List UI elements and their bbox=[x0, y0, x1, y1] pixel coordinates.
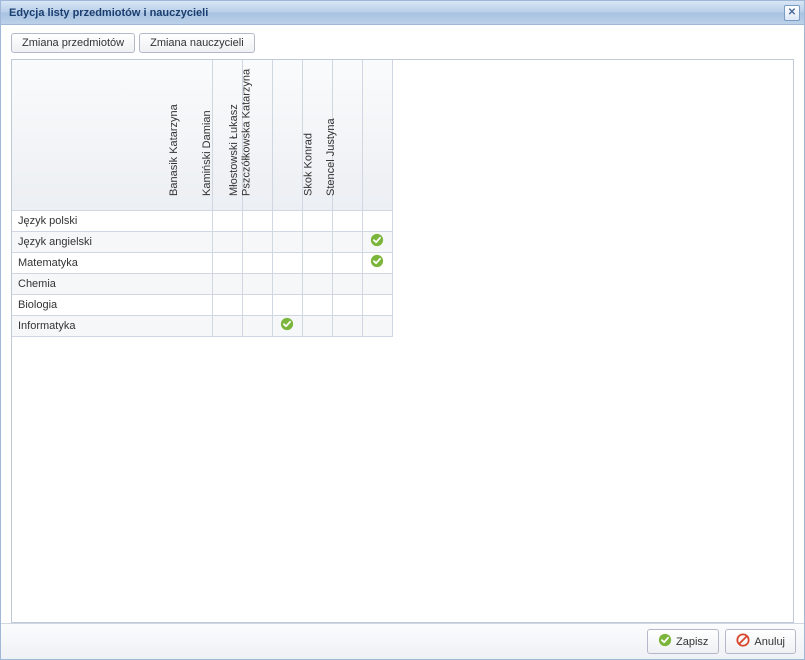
teacher-name: Pszczółkowska Katarzyna bbox=[240, 68, 252, 199]
assignment-cell[interactable] bbox=[332, 210, 362, 231]
table-row: Chemia bbox=[12, 273, 392, 294]
assignment-cell[interactable] bbox=[242, 252, 272, 273]
close-icon: ✕ bbox=[788, 8, 796, 18]
close-button[interactable]: ✕ bbox=[784, 5, 800, 21]
assigned-icon bbox=[280, 317, 294, 331]
cancel-icon bbox=[736, 633, 750, 650]
cancel-button[interactable]: Anuluj bbox=[725, 629, 796, 654]
save-button[interactable]: Zapisz bbox=[647, 629, 719, 654]
subject-name-cell[interactable]: Chemia bbox=[12, 273, 212, 294]
assignment-cell[interactable] bbox=[212, 210, 242, 231]
subject-name-cell[interactable]: Matematyka bbox=[12, 252, 212, 273]
button-label: Anuluj bbox=[754, 636, 785, 648]
teacher-column-header[interactable]: Młostowski Łukasz bbox=[272, 60, 302, 210]
toolbar: Zmiana przedmiotów Zmiana nauczycieli bbox=[11, 33, 794, 53]
assignment-cell[interactable] bbox=[362, 294, 392, 315]
assignment-cell[interactable] bbox=[332, 231, 362, 252]
assigned-icon bbox=[370, 254, 384, 268]
assignment-cell[interactable] bbox=[212, 294, 242, 315]
assignment-cell[interactable] bbox=[332, 294, 362, 315]
table-row: Informatyka bbox=[12, 315, 392, 336]
change-subjects-button[interactable]: Zmiana przedmiotów bbox=[11, 33, 135, 53]
teacher-name: Młostowski Łukasz bbox=[228, 104, 240, 200]
assignment-cell[interactable] bbox=[272, 315, 302, 336]
assignment-cell[interactable] bbox=[272, 210, 302, 231]
assignment-cell[interactable] bbox=[242, 231, 272, 252]
corner-header bbox=[12, 60, 212, 210]
dialog-window: Edycja listy przedmiotów i nauczycieli ✕… bbox=[0, 0, 805, 660]
subject-name-cell[interactable]: Biologia bbox=[12, 294, 212, 315]
teacher-column-header[interactable]: Stencel Justyna bbox=[362, 60, 392, 210]
subject-name-cell[interactable]: Informatyka bbox=[12, 315, 212, 336]
assignment-cell[interactable] bbox=[302, 252, 332, 273]
teacher-name: Kamiński Damian bbox=[201, 110, 213, 200]
check-icon bbox=[658, 633, 672, 650]
button-label: Zapisz bbox=[676, 636, 708, 648]
assignment-cell[interactable] bbox=[362, 273, 392, 294]
assignment-cell[interactable] bbox=[332, 273, 362, 294]
assignment-cell[interactable] bbox=[212, 273, 242, 294]
assignment-cell[interactable] bbox=[212, 252, 242, 273]
assignment-cell[interactable] bbox=[272, 294, 302, 315]
teacher-name: Stencel Justyna bbox=[325, 118, 337, 200]
assignment-cell[interactable] bbox=[332, 315, 362, 336]
footer: Zapisz Anuluj bbox=[1, 623, 804, 659]
assignment-cell[interactable] bbox=[242, 273, 272, 294]
assignment-cell[interactable] bbox=[212, 315, 242, 336]
teacher-name: Banasik Katarzyna bbox=[168, 104, 180, 200]
assignment-cell[interactable] bbox=[272, 273, 302, 294]
table-row: Matematyka bbox=[12, 252, 392, 273]
assignment-cell[interactable] bbox=[242, 315, 272, 336]
assignment-cell[interactable] bbox=[212, 231, 242, 252]
assignment-cell[interactable] bbox=[242, 210, 272, 231]
assignment-cell[interactable] bbox=[302, 210, 332, 231]
window-title: Edycja listy przedmiotów i nauczycieli bbox=[9, 7, 208, 19]
assignment-cell[interactable] bbox=[362, 210, 392, 231]
assigned-icon bbox=[370, 233, 384, 247]
table-row: Język angielski bbox=[12, 231, 392, 252]
assignment-cell[interactable] bbox=[302, 231, 332, 252]
assignment-cell[interactable] bbox=[302, 315, 332, 336]
assignment-cell[interactable] bbox=[332, 252, 362, 273]
assignment-table: Banasik Katarzyna Kamiński Damian Młostows… bbox=[12, 60, 393, 337]
dialog-body: Zmiana przedmiotów Zmiana nauczycieli Ba… bbox=[1, 25, 804, 623]
subject-name-cell[interactable]: Język angielski bbox=[12, 231, 212, 252]
grid[interactable]: Banasik Katarzyna Kamiński Damian Młostows… bbox=[11, 59, 794, 623]
assignment-cell[interactable] bbox=[362, 315, 392, 336]
assignment-cell[interactable] bbox=[272, 231, 302, 252]
assignment-cell[interactable] bbox=[302, 294, 332, 315]
assignment-cell[interactable] bbox=[302, 273, 332, 294]
change-teachers-button[interactable]: Zmiana nauczycieli bbox=[139, 33, 255, 53]
assignment-cell[interactable] bbox=[242, 294, 272, 315]
table-row: Biologia bbox=[12, 294, 392, 315]
assignment-cell[interactable] bbox=[362, 252, 392, 273]
button-label: Zmiana przedmiotów bbox=[22, 37, 124, 49]
subject-name-cell[interactable]: Język polski bbox=[12, 210, 212, 231]
assignment-cell[interactable] bbox=[272, 252, 302, 273]
assignment-cell[interactable] bbox=[362, 231, 392, 252]
teacher-name: Skok Konrad bbox=[302, 133, 314, 200]
titlebar: Edycja listy przedmiotów i nauczycieli ✕ bbox=[1, 1, 804, 25]
button-label: Zmiana nauczycieli bbox=[150, 37, 244, 49]
table-row: Język polski bbox=[12, 210, 392, 231]
